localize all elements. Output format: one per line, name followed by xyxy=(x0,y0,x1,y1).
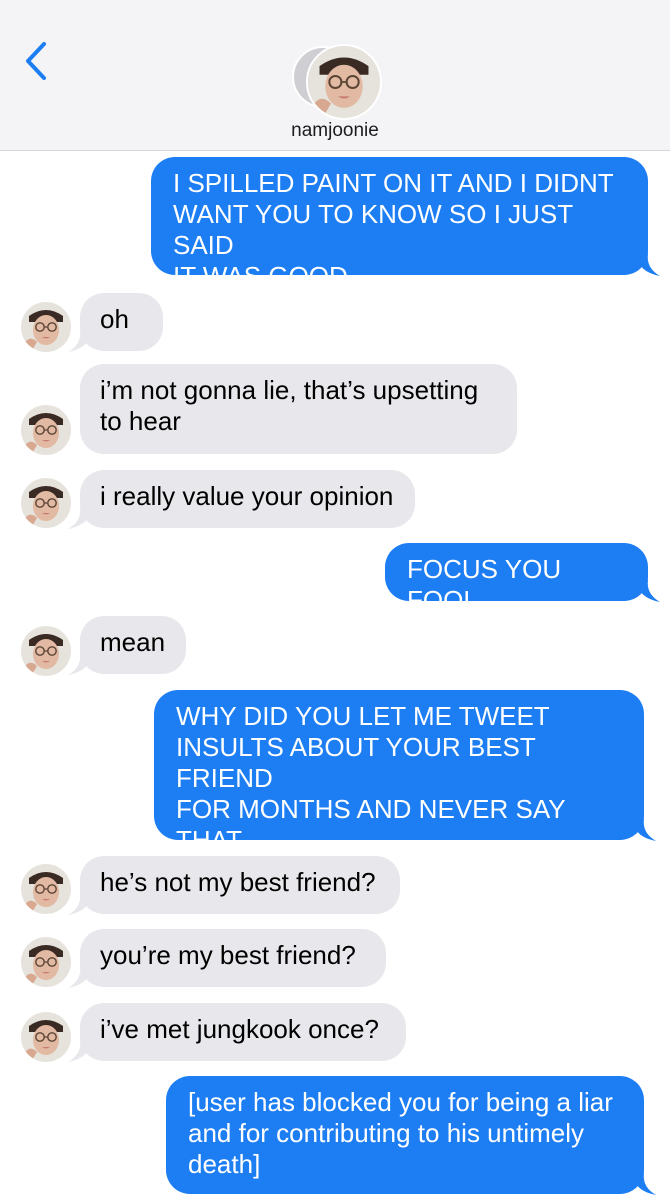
contact-avatar-small xyxy=(21,302,71,352)
contact-avatar-small xyxy=(21,1012,71,1062)
message-bubble[interactable]: he’s not my best friend? xyxy=(80,856,400,914)
message-bubble[interactable]: you’re my best friend? xyxy=(80,929,386,987)
contact-avatar-small xyxy=(21,478,71,528)
message-bubble[interactable]: i’m not gonna lie, that’s upsetting to h… xyxy=(80,364,517,454)
contact-name[interactable]: namjoonie xyxy=(0,120,670,142)
bubble-tail xyxy=(636,580,660,602)
conversation-header: namjoonie xyxy=(0,0,670,151)
contact-avatar-small xyxy=(21,937,71,987)
chevron-left-icon[interactable] xyxy=(18,38,54,84)
bubble-tail xyxy=(636,254,660,276)
contact-avatar[interactable] xyxy=(306,44,382,120)
message-bubble[interactable]: i really value your opinion xyxy=(80,470,415,528)
bubble-tail xyxy=(68,893,92,915)
contact-avatar-small xyxy=(21,405,71,455)
contact-avatar-small xyxy=(21,626,71,676)
message-bubble[interactable]: WHY DID YOU LET ME TWEET INSULTS ABOUT Y… xyxy=(154,690,644,886)
contact-avatar-small xyxy=(21,864,71,914)
message-bubble[interactable]: FOCUS YOU FOOL xyxy=(385,543,648,615)
message-bubble[interactable]: i’ve met jungkook once? xyxy=(80,1003,406,1061)
bubble-tail xyxy=(68,1040,92,1062)
bubble-tail xyxy=(68,653,92,675)
bubble-tail xyxy=(68,330,92,352)
bubble-tail xyxy=(68,507,92,529)
bubble-tail xyxy=(632,1173,656,1195)
message-bubble[interactable]: oh xyxy=(80,293,163,351)
bubble-tail xyxy=(68,966,92,988)
bubble-tail xyxy=(632,819,656,841)
message-bubble[interactable]: [user has blocked you for being a liar a… xyxy=(166,1076,644,1194)
message-bubble[interactable]: I SPILLED PAINT ON IT AND I DIDNT WANT Y… xyxy=(151,157,648,291)
message-bubble[interactable]: mean xyxy=(80,616,186,674)
